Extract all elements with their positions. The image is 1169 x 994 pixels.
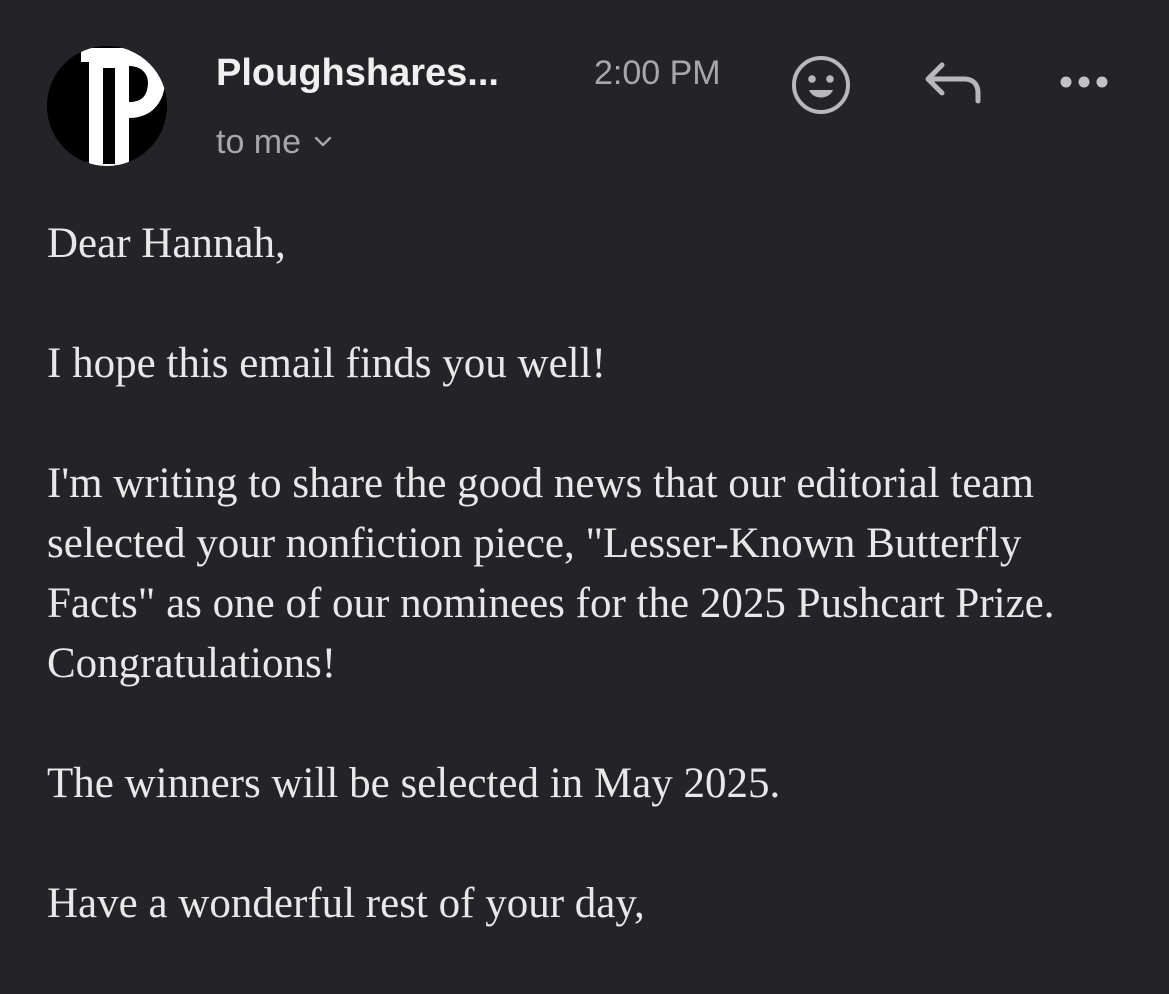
sender-avatar[interactable] bbox=[47, 46, 167, 166]
email-greeting: Dear Hannah, bbox=[47, 220, 286, 267]
sender-name[interactable]: Ploughshares... bbox=[216, 50, 499, 96]
more-dots-icon[interactable] bbox=[1054, 62, 1114, 102]
ploughshares-logo-icon bbox=[47, 46, 167, 166]
email-body: Dear Hannah, I hope this email finds you… bbox=[47, 214, 1137, 994]
email-paragraph-2: The winners will be selected in May 2025… bbox=[47, 760, 781, 807]
recipient-toggle[interactable]: to me bbox=[216, 119, 333, 165]
recipient-label: to me bbox=[216, 123, 302, 161]
email-header: Ploughshares... 2:00 PM to me bbox=[0, 0, 1169, 190]
email-paragraph-1: I'm writing to share the good news that … bbox=[47, 460, 1055, 687]
email-line-1: I hope this email finds you well! bbox=[47, 340, 606, 387]
email-time: 2:00 PM bbox=[594, 54, 721, 92]
email-closing: Have a wonderful rest of your day, bbox=[47, 880, 645, 927]
chevron-down-icon bbox=[314, 136, 332, 147]
smiley-icon[interactable] bbox=[788, 52, 854, 118]
reply-arrow-icon[interactable] bbox=[920, 55, 986, 111]
